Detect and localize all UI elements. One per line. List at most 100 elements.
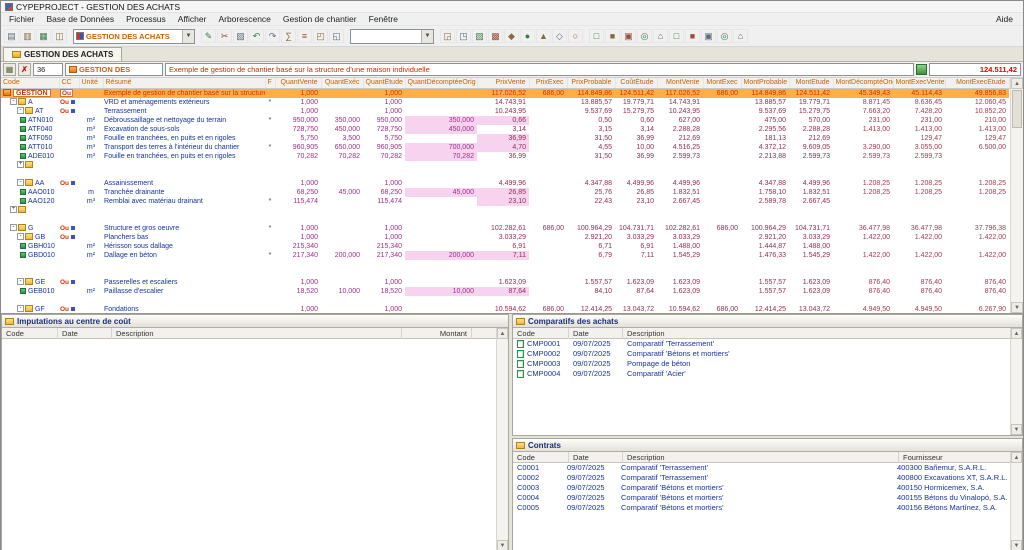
cell-resume[interactable] bbox=[103, 161, 265, 170]
cell-unite[interactable]: m³ bbox=[79, 125, 103, 134]
cell-montprobable[interactable]: 2.295,56 bbox=[741, 125, 789, 134]
cell-cc[interactable]: Ou bbox=[59, 179, 79, 188]
cell-resume[interactable]: VRD et aménagements extérieurs bbox=[103, 98, 265, 107]
cell-quantvente[interactable] bbox=[275, 206, 321, 215]
cell-unite[interactable] bbox=[79, 296, 103, 305]
cell-code[interactable]: GBH010 bbox=[1, 242, 59, 251]
cell-prixexec[interactable] bbox=[529, 179, 567, 188]
cell-unite[interactable] bbox=[79, 206, 103, 215]
cell-quantvente[interactable]: 1,000 bbox=[275, 88, 321, 98]
cell-unite[interactable]: m³ bbox=[79, 197, 103, 206]
cell-montvente[interactable] bbox=[657, 296, 703, 305]
cell-montexec[interactable]: 686,00 bbox=[703, 224, 741, 233]
toolbar-icon[interactable]: ▣ bbox=[621, 29, 636, 43]
cell-prixprobable[interactable] bbox=[567, 206, 615, 215]
cell-montexec[interactable] bbox=[703, 161, 741, 170]
toolbar-icon[interactable]: ▨ bbox=[472, 29, 487, 43]
toolbar-icon[interactable]: ◎ bbox=[717, 29, 732, 43]
contrat-row[interactable]: C0003 09/07/2025 Comparatif 'Bétons et m… bbox=[513, 483, 1010, 493]
cell-montvente[interactable]: 10.594,62 bbox=[657, 305, 703, 314]
cell-montexecvente[interactable]: 2.599,73 bbox=[893, 152, 945, 161]
cell-coutetude[interactable]: 1.623,09 bbox=[615, 278, 657, 287]
cell-montvente[interactable]: 10.243,95 bbox=[657, 107, 703, 116]
table-row[interactable]: ATN010 m² Débroussaillage et nettoyage d… bbox=[1, 116, 1009, 125]
cell-cc[interactable] bbox=[59, 287, 79, 296]
cell-montprobable[interactable]: 100.964,29 bbox=[741, 224, 789, 233]
cell-coutetude[interactable]: 26,85 bbox=[615, 188, 657, 197]
cell-montprobable[interactable] bbox=[741, 161, 789, 170]
cell-cc[interactable]: Ou bbox=[59, 107, 79, 116]
cell-prixprobable[interactable]: 25,76 bbox=[567, 188, 615, 197]
cell-prixprobable[interactable]: 9.537,69 bbox=[567, 107, 615, 116]
cell-prixvente[interactable]: 4,70 bbox=[477, 143, 529, 152]
cell-quantexec[interactable] bbox=[321, 98, 363, 107]
grid-view-button[interactable]: ▦ bbox=[3, 63, 16, 76]
toolbar-icon[interactable]: ■ bbox=[685, 29, 700, 43]
cell-prixvente[interactable]: 6,91 bbox=[477, 242, 529, 251]
cell-prixexec[interactable] bbox=[529, 134, 567, 143]
cell-prixexec[interactable] bbox=[529, 260, 567, 269]
toolbar-icon[interactable]: ▤ bbox=[4, 29, 19, 43]
cell-prixexec[interactable] bbox=[529, 107, 567, 116]
cell-montexecvente[interactable] bbox=[893, 206, 945, 215]
cell-quantdecompteeorig[interactable] bbox=[405, 278, 477, 287]
cell-code[interactable]: AA bbox=[1, 179, 59, 188]
cell-prixexec[interactable]: 686,00 bbox=[529, 224, 567, 233]
cell-coutetude[interactable]: 87,64 bbox=[615, 287, 657, 296]
cell-prixexec[interactable] bbox=[529, 269, 567, 278]
cell-prixexec[interactable]: 686,00 bbox=[529, 305, 567, 314]
cell-montexecvente[interactable]: 1.413,00 bbox=[893, 125, 945, 134]
cell-montdecompteorig[interactable] bbox=[833, 134, 893, 143]
cell-montdecompteorig[interactable]: 1.208,25 bbox=[833, 188, 893, 197]
cell-quantetude[interactable]: 1,000 bbox=[363, 179, 405, 188]
cell-prixprobable[interactable]: 6,71 bbox=[567, 242, 615, 251]
cell-quantexec[interactable]: 450,000 bbox=[321, 125, 363, 134]
cell-unite[interactable] bbox=[79, 98, 103, 107]
cell-resume[interactable]: Fouille en tranchées, en puits et en rig… bbox=[103, 134, 265, 143]
cell-montetude[interactable]: 9.609,05 bbox=[789, 143, 833, 152]
cell-montexec[interactable] bbox=[703, 215, 741, 224]
cell-quantetude[interactable]: 1,000 bbox=[363, 278, 405, 287]
cell-montetude[interactable]: 104.731,71 bbox=[789, 224, 833, 233]
cell-quantexec[interactable] bbox=[321, 278, 363, 287]
cell-quantdecompteeorig[interactable]: 350,000 bbox=[405, 116, 477, 125]
cell-montetude[interactable] bbox=[789, 206, 833, 215]
toolbar-icon[interactable]: □ bbox=[589, 29, 604, 43]
cell-quantvente[interactable] bbox=[275, 269, 321, 278]
cell-cc[interactable] bbox=[59, 188, 79, 197]
cell-quantexec[interactable] bbox=[321, 224, 363, 233]
cell-quantexec[interactable]: 350,000 bbox=[321, 116, 363, 125]
cell-f[interactable] bbox=[265, 233, 275, 242]
cell-coutetude[interactable]: 13.043,72 bbox=[615, 305, 657, 314]
cell-prixprobable[interactable] bbox=[567, 215, 615, 224]
table-row[interactable]: ATT010 m³ Transport des terres à l'intér… bbox=[1, 143, 1009, 152]
cell-quantetude[interactable] bbox=[363, 170, 405, 179]
cell-prixexec[interactable] bbox=[529, 161, 567, 170]
cell-prixprobable[interactable]: 114.849,86 bbox=[567, 88, 615, 98]
cell-montexecvente[interactable]: 7.428,20 bbox=[893, 107, 945, 116]
cell-montexecetude[interactable]: 12.060,45 bbox=[945, 98, 1009, 107]
toolbar-icon[interactable]: □ bbox=[669, 29, 684, 43]
cell-montdecompteorig[interactable]: 876,40 bbox=[833, 287, 893, 296]
cell-montprobable[interactable] bbox=[741, 206, 789, 215]
cell-unite[interactable]: m³ bbox=[79, 152, 103, 161]
cell-montexec[interactable]: 686,00 bbox=[703, 88, 741, 98]
cell-prixprobable[interactable] bbox=[567, 296, 615, 305]
cell-quantexec[interactable]: 70,282 bbox=[321, 152, 363, 161]
cell-f[interactable] bbox=[265, 296, 275, 305]
cell-unite[interactable] bbox=[79, 278, 103, 287]
cell-coutetude[interactable] bbox=[615, 260, 657, 269]
cell-prixprobable[interactable]: 13.885,57 bbox=[567, 98, 615, 107]
cell-montexecvente[interactable] bbox=[893, 197, 945, 206]
cell-montexec[interactable] bbox=[703, 251, 741, 260]
cell-montexecetude[interactable]: 1.208,25 bbox=[945, 188, 1009, 197]
cell-resume[interactable] bbox=[103, 206, 265, 215]
cell-cc[interactable]: Ou bbox=[59, 278, 79, 287]
cell-montexecetude[interactable]: 10.852,20 bbox=[945, 107, 1009, 116]
cell-montetude[interactable]: 19.779,71 bbox=[789, 98, 833, 107]
cell-quantdecompteeorig[interactable] bbox=[405, 215, 477, 224]
cell-quantexec[interactable] bbox=[321, 260, 363, 269]
cell-cc[interactable] bbox=[59, 143, 79, 152]
cell-montexecetude[interactable] bbox=[945, 260, 1009, 269]
database-selector-combo[interactable]: GESTION DES ACHATS ▼ bbox=[73, 29, 195, 44]
